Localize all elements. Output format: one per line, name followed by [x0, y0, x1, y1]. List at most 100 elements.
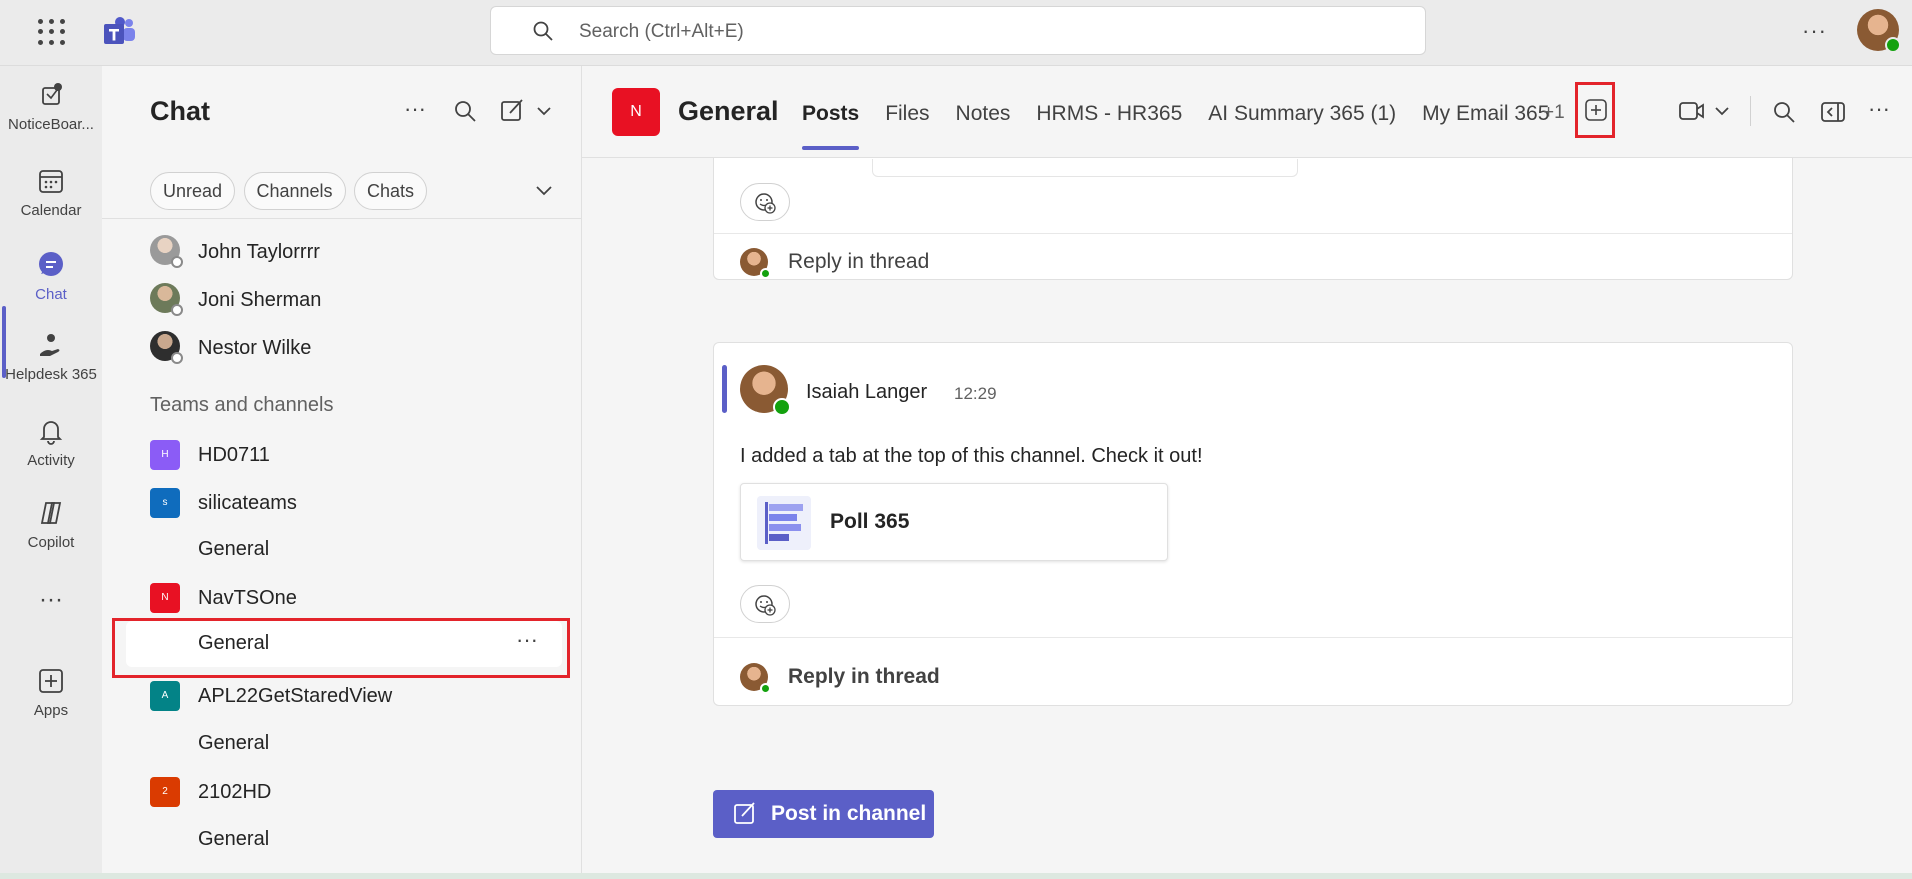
- team-item-silicateams[interactable]: s silicateams: [102, 480, 582, 526]
- reply-label: Reply in thread: [788, 665, 940, 688]
- tab-files[interactable]: Files: [885, 102, 929, 126]
- search-icon[interactable]: [1772, 100, 1796, 124]
- author-avatar[interactable]: [740, 365, 791, 416]
- rail-item-copilot[interactable]: Copilot: [0, 498, 102, 572]
- channel-main: N General Posts Files Notes HRMS - HR365 AI …: [582, 66, 1912, 879]
- search-bar[interactable]: Search (Ctrl+Alt+E): [490, 6, 1426, 55]
- team-item-2102hd[interactable]: 2 2102HD: [102, 769, 582, 815]
- section-teams-channels[interactable]: Teams and channels: [150, 394, 333, 417]
- post-button-label: Post in channel: [771, 802, 927, 825]
- channel-name: General: [198, 732, 270, 754]
- channel-item-silicateams-general[interactable]: General: [102, 526, 582, 572]
- tab-posts[interactable]: Posts: [802, 102, 860, 150]
- search-placeholder: Search (Ctrl+Alt+E): [579, 21, 744, 42]
- avatar: [740, 663, 771, 694]
- rail-label: Apps: [33, 702, 69, 719]
- channel-title: General: [678, 96, 779, 126]
- more-options-icon[interactable]: ···: [404, 96, 426, 122]
- rail-label: Chat: [35, 286, 67, 303]
- team-item-navtsone[interactable]: N NavTSOne: [102, 575, 582, 621]
- channel-team-avatar: N: [612, 88, 660, 136]
- channel-name: General: [198, 538, 270, 560]
- chevron-down-icon[interactable]: [534, 180, 554, 200]
- rail-label: Calendar: [20, 202, 82, 219]
- team-item-hd0711[interactable]: H HD0711: [102, 432, 582, 478]
- team-avatar: s: [150, 488, 180, 518]
- search-icon: [533, 21, 553, 41]
- chat-item-joni[interactable]: Joni Sherman: [102, 277, 582, 323]
- presence-available-icon: [760, 683, 771, 694]
- channel-item-apl22-general[interactable]: General: [102, 720, 582, 766]
- post-card: Isaiah Langer 12:29 I added a tab at the…: [713, 342, 1793, 706]
- tab-notes[interactable]: Notes: [956, 102, 1011, 126]
- team-name: APL22GetStaredView: [198, 685, 393, 707]
- poll-app-card[interactable]: Poll 365: [740, 483, 1168, 561]
- more-tabs-button[interactable]: +1: [1543, 102, 1565, 124]
- presence-offline-icon: [171, 304, 183, 316]
- tab-my-email[interactable]: My Email 365: [1422, 102, 1549, 126]
- avatar: [150, 283, 183, 316]
- post-card: Reply in thread: [713, 158, 1793, 280]
- rail-item-calendar[interactable]: Calendar: [0, 166, 102, 240]
- divider: [1750, 96, 1751, 126]
- presence-available-icon: [760, 268, 771, 279]
- rail-item-chat[interactable]: Chat: [0, 250, 102, 324]
- filter-chats[interactable]: Chats: [354, 172, 428, 210]
- team-name: silicateams: [198, 492, 297, 514]
- add-tab-button[interactable]: [1575, 82, 1615, 138]
- app-launcher-icon[interactable]: [36, 17, 66, 47]
- emoji-add-icon: [755, 193, 776, 214]
- team-avatar: H: [150, 440, 180, 470]
- chat-item-john[interactable]: John Taylorrrr: [102, 229, 582, 275]
- copilot-icon: [40, 502, 62, 524]
- filter-channels[interactable]: Channels: [243, 172, 346, 210]
- filter-unread[interactable]: Unread: [150, 172, 236, 210]
- channel-tabs: Posts Files Notes HRMS - HR365 AI Summary 36…: [802, 102, 1575, 150]
- chat-list-pane: Chat ··· Unread Channels Chats John Tayl…: [102, 66, 582, 879]
- rail-label: NoticeBoar...: [8, 116, 94, 133]
- contact-name: John Taylorrrr: [198, 241, 320, 263]
- profile-avatar[interactable]: [1857, 9, 1901, 53]
- rail-label: Helpdesk 365: [5, 366, 97, 383]
- channel-item-2102hd-general[interactable]: General: [102, 816, 582, 862]
- rail-item-activity[interactable]: Activity: [0, 416, 102, 490]
- avatar: [150, 331, 183, 364]
- settings-more-icon[interactable]: ···: [1802, 18, 1827, 44]
- apps-icon: [39, 669, 63, 693]
- team-item-apl22[interactable]: A APL22GetStaredView: [102, 673, 582, 719]
- add-reaction-button[interactable]: [740, 183, 790, 221]
- rail-item-apps[interactable]: Apps: [0, 666, 102, 740]
- presence-available-icon: [1885, 37, 1901, 53]
- attachment-card[interactable]: [872, 159, 1298, 177]
- rail-label: Copilot: [27, 534, 75, 551]
- meet-video-icon[interactable]: [1678, 98, 1734, 124]
- chat-icon: [39, 252, 63, 276]
- chat-item-nestor[interactable]: Nestor Wilke: [102, 325, 582, 371]
- post-in-channel-button[interactable]: Post in channel: [713, 790, 934, 838]
- presence-offline-icon: [171, 256, 183, 268]
- message-author[interactable]: Isaiah Langer: [806, 381, 927, 404]
- emoji-add-icon: [755, 595, 776, 616]
- open-panel-icon[interactable]: [1820, 100, 1846, 124]
- rail-item-more[interactable]: ···: [0, 586, 102, 660]
- message-timestamp: 12:29: [954, 384, 997, 403]
- rail-item-noticeboard[interactable]: NoticeBoar...: [0, 80, 102, 154]
- add-tab-icon: [1585, 99, 1607, 121]
- divider: [102, 218, 582, 219]
- search-icon[interactable]: [452, 98, 478, 124]
- more-icon: ···: [39, 586, 63, 613]
- new-chat-icon[interactable]: [500, 98, 552, 124]
- pane-title: Chat: [150, 96, 210, 126]
- poll-card-title: Poll 365: [830, 510, 910, 533]
- poll-icon: [757, 496, 811, 550]
- add-reaction-button[interactable]: [740, 585, 790, 623]
- tab-hrms[interactable]: HRMS - HR365: [1036, 102, 1182, 126]
- team-avatar: A: [150, 681, 180, 711]
- app-rail: NoticeBoar... Calendar Chat Helpdesk 365…: [0, 66, 102, 879]
- tab-ai-summary[interactable]: AI Summary 365 (1): [1208, 102, 1396, 126]
- calendar-icon: [39, 170, 63, 193]
- presence-offline-icon: [171, 352, 183, 364]
- rail-item-helpdesk[interactable]: Helpdesk 365: [0, 330, 102, 404]
- contact-name: Nestor Wilke: [198, 337, 312, 359]
- more-options-icon[interactable]: ···: [1868, 96, 1890, 122]
